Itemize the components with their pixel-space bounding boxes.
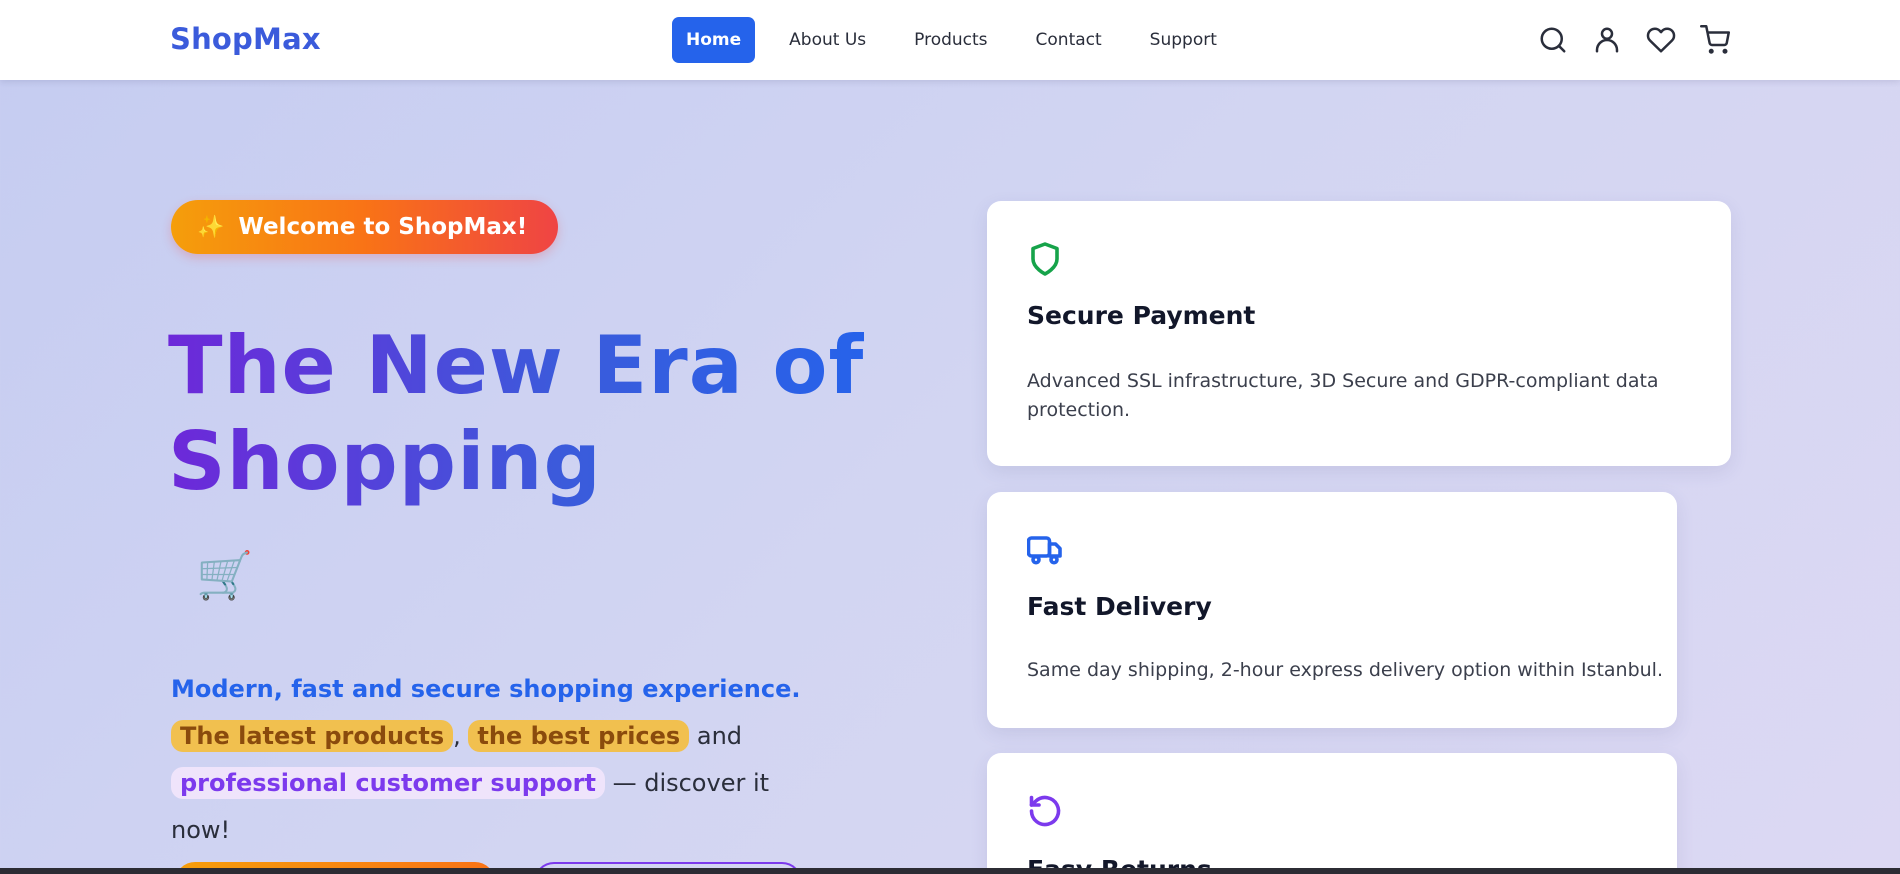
brand-logo[interactable]: ShopMax <box>170 22 321 56</box>
lead-intro: Modern, fast and secure shopping experie… <box>171 675 801 703</box>
heart-icon[interactable] <box>1643 22 1679 58</box>
nav-about-us[interactable]: About Us <box>775 17 880 63</box>
cart-icon[interactable] <box>1697 22 1733 58</box>
feature-description: Advanced SSL infrastructure, 3D Secure a… <box>1027 370 1659 421</box>
lead-separator-comma: , <box>453 722 461 750</box>
return-icon <box>1027 793 1063 829</box>
main-nav: Home About Us Products Contact Support <box>672 17 1251 63</box>
nav-products[interactable]: Products <box>900 17 1001 63</box>
feature-title: Fast Delivery <box>1027 592 1212 621</box>
user-icon[interactable] <box>1589 22 1625 58</box>
hero-headline: The New Era of Shopping <box>168 318 888 510</box>
headline-line-1: The New Era of <box>168 319 865 412</box>
feature-card-easy-returns: Easy Returns <box>987 753 1677 874</box>
highlight-latest-products: The latest products <box>171 720 454 752</box>
highlight-best-prices: the best prices <box>468 720 690 752</box>
nav-contact[interactable]: Contact <box>1022 17 1116 63</box>
window-bottom-edge <box>0 868 1900 874</box>
welcome-badge-label: Welcome to ShopMax! <box>238 214 528 240</box>
shopping-cart-emoji: 🛒 <box>196 548 254 602</box>
hero-lead-text: Modern, fast and secure shopping experie… <box>171 666 821 854</box>
top-navigation-bar: ShopMax Home About Us Products Contact S… <box>0 0 1900 80</box>
feature-card-fast-delivery: Fast Delivery Same day shipping, 2-hour … <box>987 492 1677 728</box>
nav-support[interactable]: Support <box>1136 17 1231 63</box>
feature-title: Secure Payment <box>1027 301 1256 330</box>
highlight-customer-support: professional customer support <box>171 767 605 799</box>
header-actions <box>1535 22 1751 58</box>
headline-line-2: Shopping <box>168 415 602 508</box>
nav-home[interactable]: Home <box>672 17 756 63</box>
search-icon[interactable] <box>1535 22 1571 58</box>
sparkle-icon: ✨ <box>197 214 225 240</box>
welcome-badge: ✨ Welcome to ShopMax! <box>171 200 558 254</box>
shield-icon <box>1027 241 1063 277</box>
lead-separator-and: and <box>696 722 743 750</box>
feature-description: Same day shipping, 2-hour express delive… <box>1027 659 1663 681</box>
truck-icon <box>1026 532 1063 568</box>
feature-card-secure-payment: Secure Payment Advanced SSL infrastructu… <box>987 201 1731 466</box>
